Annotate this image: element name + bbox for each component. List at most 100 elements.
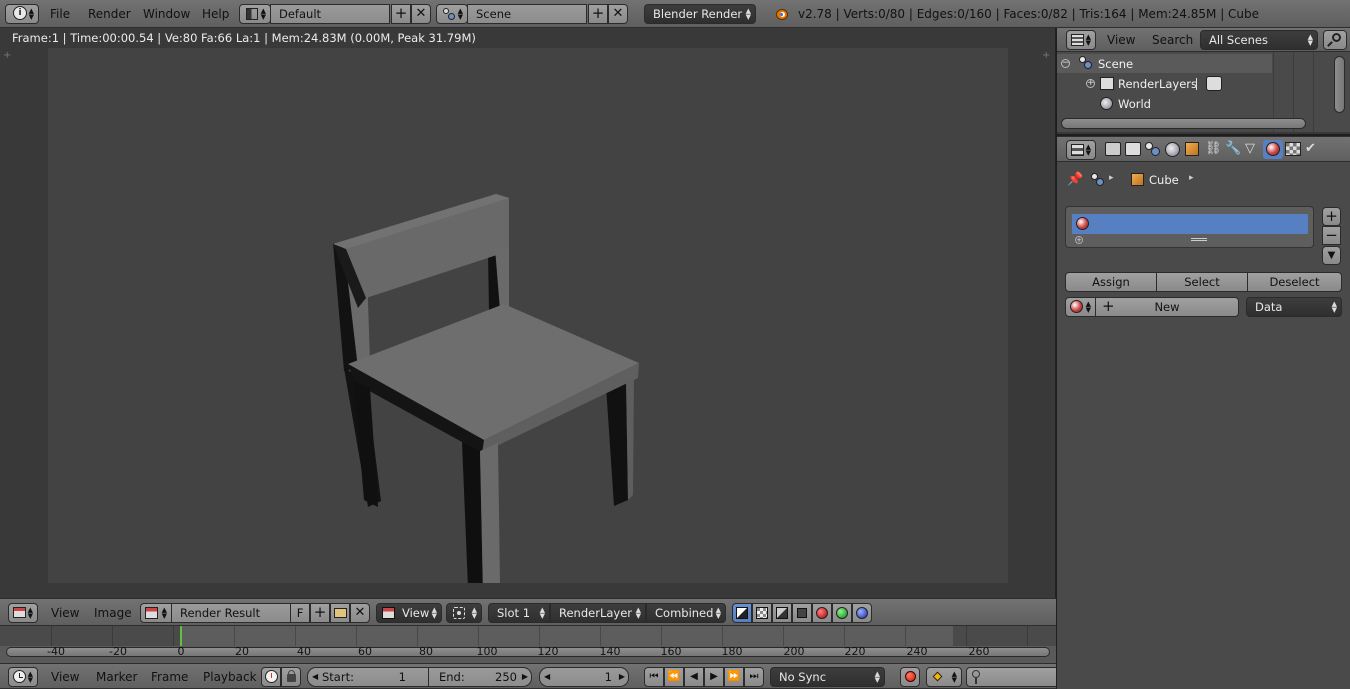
outliner-horizontal-scrollbar[interactable] [1061, 118, 1306, 129]
modifiers-tab-icon[interactable]: 🔧 [1225, 142, 1241, 156]
menu-search[interactable]: Search [1152, 30, 1193, 50]
red-channel-button[interactable] [812, 603, 832, 623]
screen-layout-selector[interactable]: ▲ ▼ [239, 4, 271, 24]
pivot-select[interactable]: ▲ ▼ [446, 603, 482, 623]
render-tab-icon[interactable] [1105, 142, 1121, 156]
data-tab-icon[interactable]: ▽ [1245, 142, 1261, 156]
jump-to-end-button[interactable]: ⏭ [744, 667, 764, 687]
object-tab-icon[interactable] [1185, 142, 1199, 156]
menu-window[interactable]: Window [143, 4, 190, 24]
new-material-button[interactable]: + New [1095, 297, 1239, 317]
scene-selector[interactable]: ▲ ▼ [436, 4, 468, 24]
render-layers-tab-icon[interactable] [1125, 142, 1141, 156]
preview-range-button[interactable] [261, 667, 281, 687]
color-alpha-display-button[interactable] [732, 603, 752, 623]
green-channel-button[interactable] [832, 603, 852, 623]
outliner-display-mode-select[interactable]: All Scenes ▲ ▼ [1200, 30, 1318, 50]
menu-view[interactable]: View [51, 667, 79, 687]
view-mode-select[interactable]: View ▲ ▼ [376, 603, 442, 623]
render-layer-select[interactable]: RenderLayer ▲ ▼ [550, 603, 646, 623]
play-reverse-button[interactable]: ◀ [684, 667, 704, 687]
material-slot-list[interactable]: + [1065, 206, 1314, 248]
menu-marker[interactable]: Marker [96, 667, 137, 687]
layout-name-field[interactable]: Default [270, 4, 390, 24]
current-frame-indicator[interactable] [180, 626, 182, 646]
list-filter-toggle-icon[interactable]: + [1075, 236, 1083, 244]
expand-toggle-icon[interactable]: + [1086, 79, 1095, 88]
sync-mode-select[interactable]: No Sync ▲ ▼ [770, 667, 885, 687]
info-editor-type-button[interactable]: i ▲ ▼ [5, 4, 39, 24]
material-tab-icon[interactable] [1263, 140, 1283, 159]
menu-image[interactable]: Image [94, 603, 132, 623]
lock-time-cursor-button[interactable] [281, 667, 301, 687]
deselect-button[interactable]: Deselect [1247, 272, 1342, 292]
delete-layout-button[interactable]: ✕ [411, 4, 431, 24]
image-editor-type-button[interactable]: ▲ ▼ [8, 603, 38, 623]
blue-channel-button[interactable] [852, 603, 872, 623]
delete-scene-button[interactable]: ✕ [608, 4, 628, 24]
render-engine-select[interactable]: Blender Render ▲ ▼ [644, 4, 756, 24]
keying-set-select[interactable]: ▲ ▼ [926, 667, 962, 687]
menu-playback[interactable]: Playback [203, 667, 257, 687]
jump-to-start-button[interactable]: ⏮ [644, 667, 664, 687]
pin-icon[interactable]: 📌 [1067, 172, 1083, 187]
material-slot-selected[interactable] [1072, 214, 1308, 234]
end-frame-field[interactable]: End: 250 ▶ [428, 667, 532, 687]
timeline-scrollbar[interactable] [6, 647, 1050, 657]
render-result-canvas[interactable] [48, 48, 1008, 583]
texture-tab-icon[interactable] [1285, 142, 1301, 156]
world-tab-icon[interactable] [1165, 142, 1180, 157]
outliner-item-scene[interactable]: Scene [1098, 57, 1133, 71]
outliner-vertical-scrollbar[interactable] [1334, 56, 1345, 113]
timeline-editor-type-button[interactable]: ▲ ▼ [8, 667, 38, 687]
auto-keying-button[interactable] [900, 667, 920, 687]
start-frame-field[interactable]: ◀ Start: 1 [307, 667, 429, 687]
render-layer-icon[interactable] [1206, 76, 1222, 91]
assign-button[interactable]: Assign [1065, 272, 1157, 292]
color-display-button[interactable] [752, 603, 772, 623]
menu-frame[interactable]: Frame [151, 667, 188, 687]
open-image-button[interactable] [330, 603, 350, 623]
menu-render[interactable]: Render [88, 4, 131, 24]
area-split-corner-icon[interactable]: + [1042, 50, 1050, 61]
render-pass-select[interactable]: Combined ▲ ▼ [646, 603, 726, 623]
material-link-select[interactable]: Data ▲ ▼ [1246, 297, 1342, 317]
timeline-area[interactable] [0, 626, 1056, 663]
menu-file[interactable]: File [50, 4, 70, 24]
add-material-slot-button[interactable]: + [1322, 207, 1341, 226]
new-image-button[interactable]: + [310, 603, 330, 623]
list-resize-handle-icon[interactable] [1191, 238, 1207, 241]
physics-tab-icon[interactable]: ✔ [1305, 142, 1321, 156]
area-divider-horizontal[interactable] [1057, 134, 1350, 136]
constraints-tab-icon[interactable]: ⛓ [1205, 142, 1222, 156]
outliner-item-renderlayers[interactable]: RenderLayers [1118, 77, 1197, 91]
unlink-image-button[interactable]: ✕ [350, 603, 370, 623]
jump-to-keyframe-next-button[interactable]: ⏩ [724, 667, 744, 687]
outliner-item-world[interactable]: World [1118, 97, 1151, 111]
menu-view[interactable]: View [1107, 30, 1135, 50]
area-split-corner-icon[interactable]: + [3, 50, 11, 61]
add-layout-button[interactable]: + [391, 4, 411, 24]
scene-tab-icon[interactable] [1145, 142, 1161, 156]
collapse-toggle-icon[interactable]: − [1061, 59, 1070, 68]
alpha-display-button[interactable] [772, 603, 792, 623]
play-button[interactable]: ▶ [704, 667, 724, 687]
menu-view[interactable]: View [51, 603, 79, 623]
image-name-field[interactable]: Render Result [171, 603, 291, 623]
menu-help[interactable]: Help [202, 4, 229, 24]
z-buffer-display-button[interactable] [792, 603, 812, 623]
add-scene-button[interactable]: + [588, 4, 608, 24]
jump-to-keyframe-prev-button[interactable]: ⏪ [664, 667, 684, 687]
image-browse-button[interactable]: ▲ ▼ [140, 603, 172, 623]
material-browse-button[interactable]: ▲ ▼ [1065, 297, 1096, 317]
outliner-editor-type-button[interactable]: ▲ ▼ [1066, 30, 1096, 50]
current-frame-field[interactable]: ◀ 1 ▶ [539, 667, 629, 687]
fake-user-button[interactable]: F [290, 603, 310, 623]
slot-select[interactable]: Slot 1 ▲ ▼ [488, 603, 550, 623]
material-specials-button[interactable]: ▼ [1322, 246, 1341, 265]
area-divider-vertical[interactable] [1056, 28, 1057, 689]
outliner-search-button[interactable] [1323, 30, 1347, 50]
keying-set-field[interactable] [966, 667, 1058, 687]
scene-name-field[interactable]: Scene [467, 4, 587, 24]
properties-editor-type-button[interactable]: ▲ ▼ [1066, 140, 1096, 160]
